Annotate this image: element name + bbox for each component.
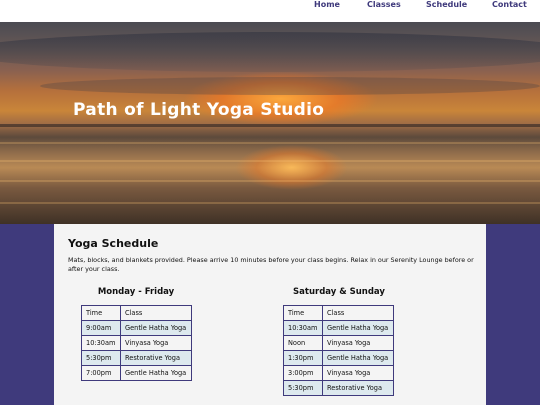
time-cell: 3:00pm <box>283 365 323 381</box>
time-cell: 7:00pm <box>81 365 121 381</box>
weekend-heading: Saturday & Sunday <box>293 287 385 297</box>
hero-title: Path of Light Yoga Studio <box>73 100 325 120</box>
time-cell: 10:30am <box>81 335 121 351</box>
table-header-row: Time Class <box>283 305 394 321</box>
time-cell: 5:30pm <box>81 350 121 366</box>
table-row: 9:00am Gentle Hatha Yoga <box>81 320 192 336</box>
table-header-row: Time Class <box>81 305 192 321</box>
table-row: 7:00pm Gentle Hatha Yoga <box>81 365 192 381</box>
table-row: Noon Vinyasa Yoga <box>283 335 394 351</box>
class-cell: Gentle Hatha Yoga <box>322 320 394 336</box>
nav-home-link[interactable]: Home <box>314 0 340 9</box>
table-row: 3:00pm Vinyasa Yoga <box>283 365 394 381</box>
class-cell: Vinyasa Yoga <box>322 365 394 381</box>
weekend-schedule-table: Time Class 10:30am Gentle Hatha Yoga Noo… <box>283 305 394 396</box>
column-header-time: Time <box>283 305 323 321</box>
nav-schedule-link[interactable]: Schedule <box>426 0 467 9</box>
class-cell: Restorative Yoga <box>322 380 394 396</box>
time-cell: 5:30pm <box>283 380 323 396</box>
nav-classes-link[interactable]: Classes <box>367 0 401 9</box>
time-cell: 10:30am <box>283 320 323 336</box>
table-row: 1:30pm Gentle Hatha Yoga <box>283 350 394 366</box>
hero-cloud <box>0 32 540 72</box>
class-cell: Vinyasa Yoga <box>322 335 394 351</box>
hero-ripple <box>0 160 540 162</box>
class-cell: Restorative Yoga <box>120 350 192 366</box>
top-nav: Home Classes Schedule Contact <box>0 0 540 22</box>
column-header-time: Time <box>81 305 121 321</box>
column-header-class: Class <box>120 305 192 321</box>
column-header-class: Class <box>322 305 394 321</box>
table-row: 5:30pm Restorative Yoga <box>283 380 394 396</box>
content-panel: Yoga Schedule Mats, blocks, and blankets… <box>54 224 486 405</box>
weekday-heading: Monday - Friday <box>97 287 175 297</box>
hero-banner: Path of Light Yoga Studio <box>0 22 540 224</box>
hero-ripple <box>0 202 540 204</box>
time-cell: Noon <box>283 335 323 351</box>
nav-contact-link[interactable]: Contact <box>492 0 527 9</box>
hero-cloud <box>40 77 540 95</box>
hero-horizon <box>0 124 540 127</box>
weekday-schedule-table: Time Class 9:00am Gentle Hatha Yoga 10:3… <box>81 305 192 381</box>
class-cell: Vinyasa Yoga <box>120 335 192 351</box>
class-cell: Gentle Hatha Yoga <box>120 365 192 381</box>
table-row: 5:30pm Restorative Yoga <box>81 350 192 366</box>
table-row: 10:30am Gentle Hatha Yoga <box>283 320 394 336</box>
intro-text: Mats, blocks, and blankets provided. Ple… <box>68 256 474 273</box>
hero-ripple <box>0 142 540 144</box>
hero-ripple <box>0 180 540 182</box>
time-cell: 9:00am <box>81 320 121 336</box>
class-cell: Gentle Hatha Yoga <box>322 350 394 366</box>
time-cell: 1:30pm <box>283 350 323 366</box>
class-cell: Gentle Hatha Yoga <box>120 320 192 336</box>
table-row: 10:30am Vinyasa Yoga <box>81 335 192 351</box>
page-title: Yoga Schedule <box>68 237 159 250</box>
